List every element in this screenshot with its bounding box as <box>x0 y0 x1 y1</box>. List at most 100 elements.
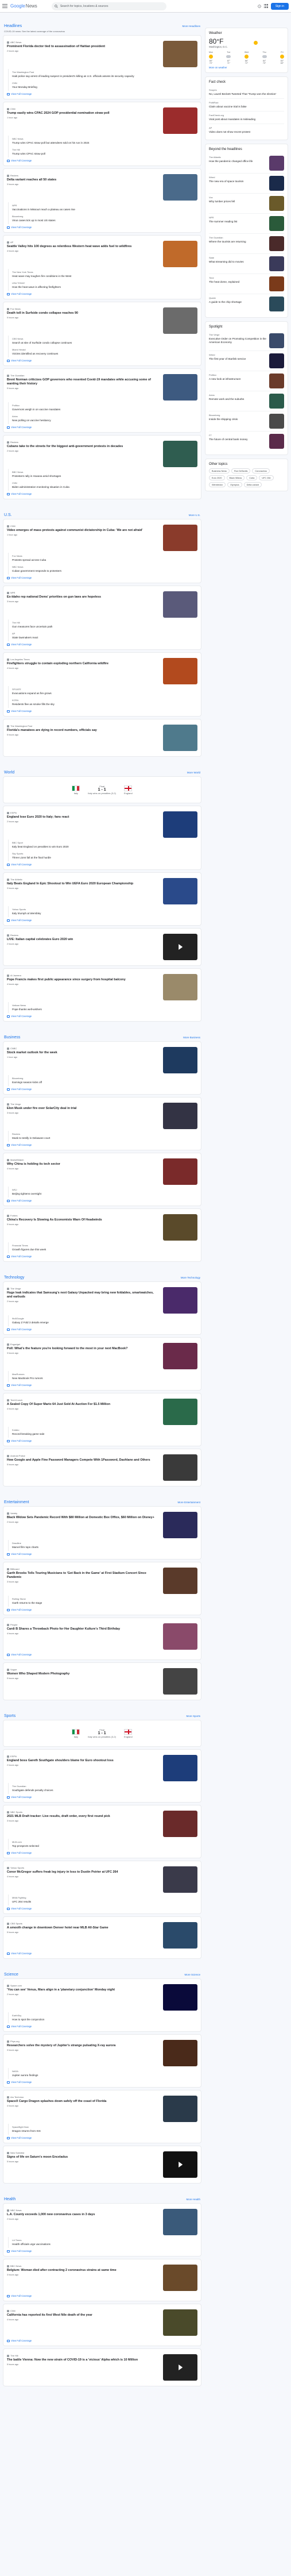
related-source[interactable]: SFGATE <box>12 688 197 691</box>
story-source[interactable]: NBC Sports <box>7 1811 160 1813</box>
related-headline[interactable]: Biden administration monitoring situatio… <box>12 486 197 489</box>
side-story-headline[interactable]: Executive Order on Promoting Competition… <box>209 337 267 344</box>
side-story-thumbnail[interactable] <box>269 394 284 409</box>
related-headline[interactable]: Dragon returns from ISS <box>12 2130 197 2133</box>
related-source[interactable]: MMA Fighting <box>12 1896 197 1899</box>
full-coverage-link[interactable]: View Full Coverage <box>7 159 197 162</box>
spotlight-item[interactable]: Bloomberg Inside the shipping crisis <box>209 411 284 432</box>
top-story[interactable]: Vogue Women Who Shaped Modern Photography… <box>7 1666 197 1696</box>
related-story[interactable]: NPR Vaccinations in Missouri reach a plat… <box>8 202 197 213</box>
story-source[interactable]: ABC News <box>7 41 160 44</box>
topic-chip[interactable]: Coronavirus <box>252 468 270 473</box>
story-source[interactable]: AP <box>7 241 160 244</box>
related-story[interactable]: SFGATE Evacuations expand as fire grows <box>8 686 197 697</box>
topic-chip[interactable]: Cuba <box>246 475 258 480</box>
related-headline[interactable]: Your Monday Briefing <box>12 86 197 89</box>
story-headline[interactable]: California has reported its first West N… <box>7 2313 160 2317</box>
full-coverage-link[interactable]: View Full Coverage <box>7 1608 197 1611</box>
related-story[interactable]: CNN Your Monday Briefing <box>8 80 197 91</box>
related-story[interactable]: Reuters Musk to testify in Delaware court <box>8 1131 197 1142</box>
section-more-link[interactable]: More Science <box>184 1973 200 1976</box>
related-headline[interactable]: Protesters rally in Havana amid shortage… <box>12 475 197 478</box>
related-source[interactable]: Sky Sports <box>12 852 197 855</box>
weather-widget[interactable]: Weather 80°F Washington, D.C. Mon 85° 70° Tue 8… <box>205 28 288 73</box>
related-story[interactable]: MacRumors New MacBook Pro rumors <box>8 1371 197 1382</box>
top-story[interactable]: Yahoo Sports Conor McGregor suffers freak… <box>7 1865 197 1895</box>
story-source[interactable]: CNBC <box>7 1047 160 1050</box>
full-coverage-link[interactable]: View Full Coverage <box>7 1553 197 1555</box>
top-story[interactable]: NPR Ex-Idaho rep national Dems' prioritie… <box>7 590 197 619</box>
related-source[interactable]: Deadline <box>12 1542 197 1545</box>
related-source[interactable]: Kotaku <box>12 1428 197 1431</box>
related-story[interactable]: The Guardian Southgate defends penalty ch… <box>8 1783 197 1794</box>
section-title[interactable]: Technology <box>4 1276 24 1280</box>
story-thumbnail[interactable] <box>163 2309 197 2336</box>
related-source[interactable]: CNN <box>12 482 197 484</box>
full-coverage-link[interactable]: View Full Coverage <box>7 2294 197 2297</box>
full-coverage-link[interactable]: View Full Coverage <box>7 226 197 229</box>
section-more-link[interactable]: More Health <box>186 2198 200 2201</box>
top-story[interactable]: The Hill The battle Vienna: Now the new s… <box>7 2352 197 2382</box>
related-story[interactable]: Sky Sports Three Lions fall at the final … <box>8 850 197 861</box>
top-story[interactable]: New Scientist Signs of life on Saturn's m… <box>7 2150 197 2180</box>
related-headline[interactable]: New polling on vaccine hesitancy <box>12 419 197 422</box>
story-headline[interactable]: Elon Musk under fire over SolarCity deal… <box>7 1107 160 1111</box>
story-headline[interactable]: Italy Beats England In Epic Shootout to … <box>7 882 160 886</box>
story-headline[interactable]: Belgium: Woman died after contracting 2 … <box>7 2269 160 2273</box>
story-headline[interactable]: Brent Norman criticizes GOP governors wh… <box>7 378 160 386</box>
section-title[interactable]: Headlines <box>4 24 22 28</box>
top-story[interactable]: Reuters Cubans take to the streets for th… <box>7 439 197 469</box>
related-source[interactable]: The Hill <box>12 148 197 151</box>
story-headline[interactable]: Signs of life on Saturn's moon Enceladus <box>7 2155 160 2159</box>
story-thumbnail[interactable] <box>163 1287 197 1314</box>
related-story[interactable]: BBC News Protesters rally in Havana amid … <box>8 469 197 480</box>
story-source[interactable]: The Verge <box>7 1287 160 1290</box>
story-headline[interactable]: Florida's manatees are dying in record n… <box>7 729 160 733</box>
story-headline[interactable]: L.A. County exceeds 1,000 new coronaviru… <box>7 2213 160 2217</box>
story-headline[interactable]: 'You can see' Venus, Mars align in a 'pl… <box>7 1988 160 1992</box>
related-story[interactable]: Yahoo Sports Italy triumph at Wembley <box>8 906 197 917</box>
scoreboard-card[interactable]: Italy Final 1 - 1 Italy wins on penalties (… <box>3 1720 201 1747</box>
related-source[interactable]: Spaceflight Now <box>12 2126 197 2128</box>
related-source[interactable]: MLB.com <box>12 1840 197 1843</box>
story-source[interactable]: People <box>7 1623 160 1626</box>
side-story-thumbnail[interactable] <box>269 176 284 191</box>
related-headline[interactable]: Southgate defends penalty choices <box>12 1789 197 1792</box>
story-headline[interactable]: Women Who Shaped Modern Photography <box>7 1672 160 1676</box>
top-story[interactable]: ESPN England lose Euro 2020 to Italy; fan… <box>7 810 197 840</box>
related-source[interactable]: Bloomberg <box>12 215 197 218</box>
side-story-headline[interactable]: A guide to the chip shortage <box>209 301 267 304</box>
related-source[interactable]: NBC News <box>12 137 197 140</box>
story-source[interactable]: CNN <box>7 107 160 110</box>
top-story[interactable]: Engadget Poll: What's the feature you're … <box>7 1341 197 1371</box>
spotlight-item[interactable]: Politico A new look at infrastructure <box>209 371 284 391</box>
help-icon[interactable]: ? <box>258 4 261 8</box>
story-thumbnail[interactable] <box>163 725 197 751</box>
beyond-item[interactable]: Slate What streaming did to movies <box>209 254 284 274</box>
related-headline[interactable]: Virus cases tick up in most US states <box>12 219 197 222</box>
related-source[interactable]: NASA <box>12 2070 197 2073</box>
related-source[interactable]: Miami Herald <box>12 348 197 351</box>
related-headline[interactable]: Italy triumph at Wembley <box>12 912 197 915</box>
story-headline[interactable]: Researchers solve the mystery of Jupiter… <box>7 2044 160 2048</box>
story-headline[interactable]: Trump easily wins CPAC 2024 GOP presiden… <box>7 111 160 115</box>
section-title[interactable]: Business <box>4 1035 20 1039</box>
full-coverage-link[interactable]: View Full Coverage <box>7 1851 197 1854</box>
related-headline[interactable]: Heat wave may toughen fire conditions in… <box>12 275 197 278</box>
section-title[interactable]: Science <box>4 1973 18 1977</box>
full-coverage-link[interactable]: View Full Coverage <box>7 643 197 646</box>
related-story[interactable]: Axios New polling on vaccine hesitancy <box>8 413 197 424</box>
side-story-thumbnail[interactable] <box>269 353 284 368</box>
full-coverage-link[interactable]: View Full Coverage <box>7 1907 197 1910</box>
full-coverage-link[interactable]: View Full Coverage <box>7 1255 197 1258</box>
related-story[interactable]: WSJ Beijing tightens oversight <box>8 1187 197 1197</box>
story-headline[interactable]: The battle Vienna: Now the new strain of… <box>7 2358 160 2362</box>
related-source[interactable]: WSJ <box>12 1188 197 1191</box>
side-story-headline[interactable]: A new look at infrastructure <box>209 378 267 381</box>
full-coverage-link[interactable]: View Full Coverage <box>7 2136 197 2139</box>
related-source[interactable]: CNN <box>12 82 197 84</box>
story-source[interactable]: The Guardian <box>7 374 160 377</box>
story-source[interactable]: MarketWatch <box>7 1158 160 1161</box>
related-headline[interactable]: Galaxy Z Fold 3 details emerge <box>12 1321 197 1324</box>
related-headline[interactable]: Haiti police say arrest of leading suspe… <box>12 75 197 78</box>
